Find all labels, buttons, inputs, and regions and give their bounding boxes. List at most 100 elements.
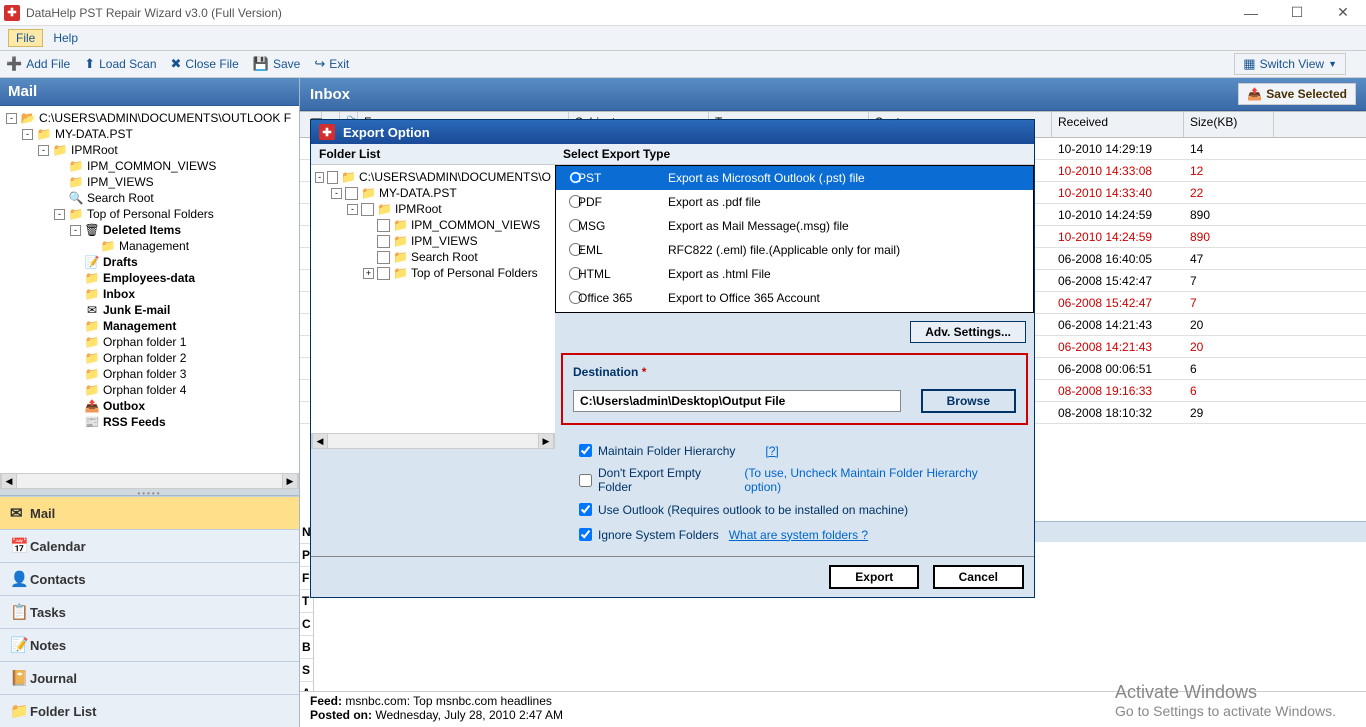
export-type-list[interactable]: PSTExport as Microsoft Outlook (.pst) fi…	[555, 165, 1034, 313]
nav-folder-list[interactable]: 📁Folder List	[0, 694, 299, 727]
minimize-button[interactable]: —	[1228, 0, 1274, 26]
col-received[interactable]: Received	[1052, 112, 1184, 137]
dialog-folder-tree[interactable]: -📁C:\USERS\ADMIN\DOCUMENTS\O-📁MY-DATA.PS…	[311, 165, 555, 433]
switch-view-icon: ▦	[1243, 56, 1255, 72]
expand-icon[interactable]: -	[38, 145, 49, 156]
folder-icon: 📁	[100, 239, 116, 253]
expand-icon[interactable]: -	[22, 129, 33, 140]
tree-checkbox[interactable]	[377, 267, 390, 280]
ignore-system-checkbox[interactable]	[579, 528, 592, 541]
tree-checkbox[interactable]	[361, 203, 374, 216]
tree-item[interactable]: 📁Inbox	[2, 286, 297, 302]
tree-checkbox[interactable]	[327, 171, 338, 184]
tree-label: IPM_COMMON_VIEWS	[87, 159, 216, 173]
empty-folder-checkbox[interactable]	[579, 474, 592, 487]
switch-view-button[interactable]: ▦Switch View ▼	[1234, 53, 1346, 75]
tree-item[interactable]: 📁IPM_VIEWS	[2, 174, 297, 190]
expand-icon[interactable]: -	[54, 209, 65, 220]
destination-label: Destination	[573, 365, 638, 379]
close-file-button[interactable]: ✖Close File	[171, 56, 239, 72]
load-scan-button[interactable]: ⬆Load Scan	[84, 56, 156, 72]
tree-item[interactable]: 📁Management	[2, 318, 297, 334]
tree-item[interactable]: -📁IPMRoot	[2, 142, 297, 158]
tree-item[interactable]: 📁Orphan folder 1	[2, 334, 297, 350]
cancel-button[interactable]: Cancel	[933, 565, 1024, 589]
tree-item[interactable]: 📁Orphan folder 4	[2, 382, 297, 398]
expand-icon[interactable]: -	[331, 188, 342, 199]
folder-tree[interactable]: -📂C:\USERS\ADMIN\DOCUMENTS\OUTLOOK F-📁MY…	[0, 106, 299, 473]
tree-item[interactable]: 📁Employees-data	[2, 270, 297, 286]
tree-item[interactable]: -📁Top of Personal Folders	[2, 206, 297, 222]
dialog-tree-item[interactable]: 📁IPM_VIEWS	[315, 233, 551, 249]
tree-item[interactable]: -📂C:\USERS\ADMIN\DOCUMENTS\OUTLOOK F	[2, 110, 297, 126]
dialog-tree-item[interactable]: 📁IPM_COMMON_VIEWS	[315, 217, 551, 233]
adv-settings-button[interactable]: Adv. Settings...	[910, 321, 1026, 343]
save-selected-button[interactable]: 📤Save Selected	[1238, 83, 1356, 105]
export-type-pst[interactable]: PSTExport as Microsoft Outlook (.pst) fi…	[556, 166, 1033, 190]
export-type-eml[interactable]: EMLRFC822 (.eml) file.(Applicable only f…	[556, 238, 1033, 262]
use-outlook-checkbox[interactable]	[579, 503, 592, 516]
tree-checkbox[interactable]	[377, 235, 390, 248]
save-button[interactable]: 💾Save	[253, 56, 301, 72]
menu-help[interactable]: Help	[45, 29, 86, 47]
export-button[interactable]: Export	[829, 565, 919, 589]
dialog-tree-item[interactable]: 📁Search Root	[315, 249, 551, 265]
tree-item[interactable]: -🗑Deleted Items	[2, 222, 297, 238]
maximize-button[interactable]: ☐	[1274, 0, 1320, 26]
tree-item[interactable]: 📤Outbox	[2, 398, 297, 414]
chevron-down-icon: ▼	[1328, 59, 1337, 69]
menu-file[interactable]: File	[8, 29, 43, 47]
export-type-office365[interactable]: Office 365Export to Office 365 Account	[556, 286, 1033, 310]
nav-mail[interactable]: ✉Mail	[0, 496, 299, 529]
expand-icon[interactable]: -	[347, 204, 358, 215]
tree-item[interactable]: 📝Drafts	[2, 254, 297, 270]
tree-item[interactable]: 📁IPM_COMMON_VIEWS	[2, 158, 297, 174]
expand-icon[interactable]: -	[315, 172, 324, 183]
dialog-tree-item[interactable]: -📁IPMRoot	[315, 201, 551, 217]
tree-checkbox[interactable]	[377, 219, 390, 232]
save-icon: 💾	[253, 56, 269, 72]
tree-item[interactable]: 🔍Search Root	[2, 190, 297, 206]
tree-hscroll[interactable]: ◀▶	[0, 473, 299, 489]
expand-icon[interactable]: -	[6, 113, 17, 124]
tree-item[interactable]: 📁Management	[2, 238, 297, 254]
help-link[interactable]: [?]	[765, 444, 778, 458]
dialog-tree-item[interactable]: -📁C:\USERS\ADMIN\DOCUMENTS\O	[315, 169, 551, 185]
nav-icon: 👤	[10, 570, 30, 588]
dialog-tree-item[interactable]: +📁Top of Personal Folders	[315, 265, 551, 281]
add-file-button[interactable]: ➕Add File	[6, 56, 70, 72]
nav-journal[interactable]: 📔Journal	[0, 661, 299, 694]
maintain-hierarchy-checkbox[interactable]	[579, 444, 592, 457]
tree-label: Drafts	[103, 255, 138, 269]
tree-item[interactable]: -📁MY-DATA.PST	[2, 126, 297, 142]
expand-icon[interactable]: +	[363, 268, 374, 279]
nav-notes[interactable]: 📝Notes	[0, 628, 299, 661]
system-folders-link[interactable]: What are system folders ?	[729, 528, 868, 542]
left-header: Mail	[0, 78, 299, 106]
exit-button[interactable]: ↪Exit	[314, 56, 349, 72]
folder-tree-hscroll[interactable]: ◀▶	[311, 433, 555, 449]
browse-button[interactable]: Browse	[921, 389, 1016, 413]
tree-item[interactable]: 📁Orphan folder 3	[2, 366, 297, 382]
nav-tasks[interactable]: 📋Tasks	[0, 595, 299, 628]
close-button[interactable]: ✕	[1320, 0, 1366, 26]
tree-item[interactable]: ✉Junk E-mail	[2, 302, 297, 318]
nav-calendar[interactable]: 📅Calendar	[0, 529, 299, 562]
tree-item[interactable]: 📁Orphan folder 2	[2, 350, 297, 366]
export-type-pdf[interactable]: PDFExport as .pdf file	[556, 190, 1033, 214]
titlebar: ✚ DataHelp PST Repair Wizard v3.0 (Full …	[0, 0, 1366, 26]
folder-icon: 📁	[393, 250, 408, 264]
tree-item[interactable]: 📰RSS Feeds	[2, 414, 297, 430]
col-size[interactable]: Size(KB)	[1184, 112, 1274, 137]
tree-checkbox[interactable]	[345, 187, 358, 200]
tree-label: Junk E-mail	[103, 303, 170, 317]
nav-icon: 📅	[10, 537, 30, 555]
tree-checkbox[interactable]	[377, 251, 390, 264]
dialog-tree-item[interactable]: -📁MY-DATA.PST	[315, 185, 551, 201]
export-type-html[interactable]: HTMLExport as .html File	[556, 262, 1033, 286]
expand-icon[interactable]: -	[70, 225, 81, 236]
destination-input[interactable]	[573, 390, 901, 412]
export-type-msg[interactable]: MSGExport as Mail Message(.msg) file	[556, 214, 1033, 238]
nav-contacts[interactable]: 👤Contacts	[0, 562, 299, 595]
nav-icon: 📁	[10, 702, 30, 720]
